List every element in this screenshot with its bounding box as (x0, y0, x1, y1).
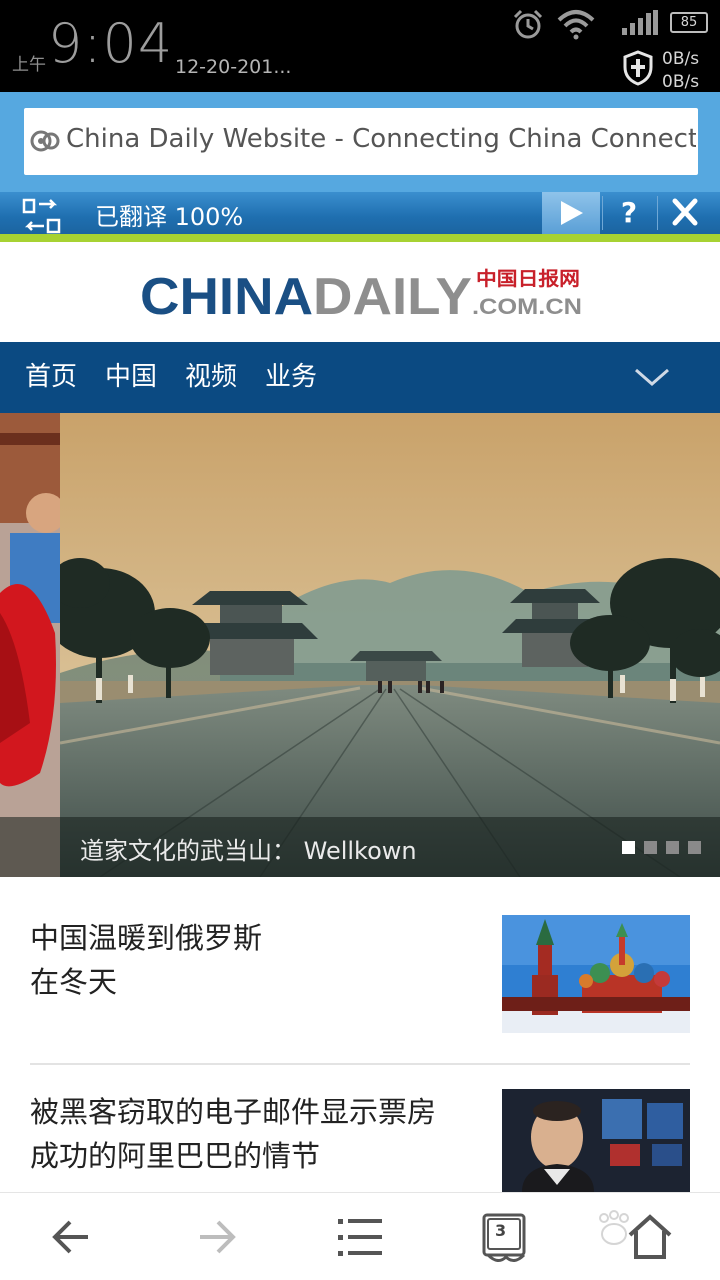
status-bar: 上午 9:04 12-20-201... 85 0B/s 0B/s (0, 0, 720, 92)
divider (657, 196, 658, 230)
play-button[interactable] (542, 192, 600, 234)
nav-item-video[interactable]: 视频 (185, 356, 237, 393)
news-thumbnail (502, 915, 690, 1033)
category-nav: 首页 中国 视频 业务 (0, 342, 720, 413)
hero-carousel[interactable]: 道家文化的武当山： Wellkown (0, 413, 720, 877)
alarm-icon (512, 8, 544, 44)
tab-count: 3 (495, 1221, 507, 1240)
news-title-line: 中国温暖到俄罗斯 (30, 921, 263, 955)
menu-button[interactable] (332, 1211, 388, 1263)
logo-domain: .COM.CN (472, 294, 582, 319)
translate-status: 已翻译 100% (95, 203, 244, 231)
divider (30, 1063, 690, 1065)
news-title-line: 被黑客窃取的电子邮件显示票房 (30, 1095, 437, 1129)
baidu-watermark (599, 1210, 629, 1245)
nav-item-home[interactable]: 首页 (25, 356, 77, 393)
site-header: CHINA DAILY 中国日报网 .COM.CN (0, 242, 720, 342)
net-down-speed: 0B/s (662, 72, 700, 92)
net-up-speed: 0B/s (662, 49, 700, 69)
site-icon (30, 126, 64, 160)
news-title-line: 在冬天 (30, 965, 118, 999)
divider (602, 196, 603, 230)
news-item[interactable]: 中国温暖到俄罗斯 在冬天 (30, 914, 690, 1044)
translate-icon (22, 198, 62, 238)
news-title: 中国温暖到俄罗斯 在冬天 (30, 916, 490, 1004)
carousel-dot[interactable] (666, 841, 679, 854)
help-button[interactable]: ? (604, 194, 654, 232)
wifi-icon (556, 8, 596, 44)
network-speed: 0B/s 0B/s (662, 48, 699, 94)
news-title: 被黑客窃取的电子邮件显示票房 成功的阿里巴巴的情节 (30, 1090, 490, 1178)
chinadaily-logo[interactable]: CHINA DAILY 中国日报网 .COM.CN (140, 264, 585, 322)
news-item[interactable]: 被黑客窃取的电子邮件显示票房 成功的阿里巴巴的情节 (30, 1088, 690, 1192)
signal-icon (620, 10, 660, 40)
shield-icon (622, 50, 654, 90)
news-title-line: 成功的阿里巴巴的情节 (30, 1139, 321, 1173)
translate-progress-bar (0, 234, 720, 242)
address-bar: China Daily Website - Connecting China C… (0, 92, 720, 192)
status-ampm: 上午 (12, 55, 46, 75)
logo-chinese: 中国日报网 (476, 267, 580, 290)
forward-button[interactable] (188, 1211, 244, 1263)
carousel-dot[interactable] (688, 841, 701, 854)
svg-text:CHINADAILY: CHINA DAILY (140, 268, 472, 322)
nav-item-china[interactable]: 中国 (105, 356, 157, 393)
status-time: 9:04 (48, 12, 174, 75)
previous-slide-image (0, 413, 60, 877)
nav-item-business[interactable]: 业务 (265, 356, 317, 393)
carousel-dot[interactable] (644, 841, 657, 854)
tabs-button[interactable]: 3 (478, 1211, 534, 1263)
page-title: China Daily Website - Connecting China C… (66, 124, 696, 154)
hero-caption: 道家文化的武当山： Wellkown (80, 837, 417, 865)
battery-icon: 85 (670, 12, 708, 33)
hero-caption-bar: 道家文化的武当山： Wellkown (0, 817, 720, 877)
back-button[interactable] (44, 1211, 100, 1263)
carousel-dot[interactable] (622, 841, 635, 854)
chevron-down-icon[interactable] (632, 364, 672, 394)
close-button[interactable] (660, 192, 710, 234)
news-thumbnail (502, 1089, 690, 1192)
hero-image (60, 413, 720, 877)
status-date: 12-20-201... (175, 56, 292, 78)
url-field[interactable]: China Daily Website - Connecting China C… (24, 108, 698, 175)
